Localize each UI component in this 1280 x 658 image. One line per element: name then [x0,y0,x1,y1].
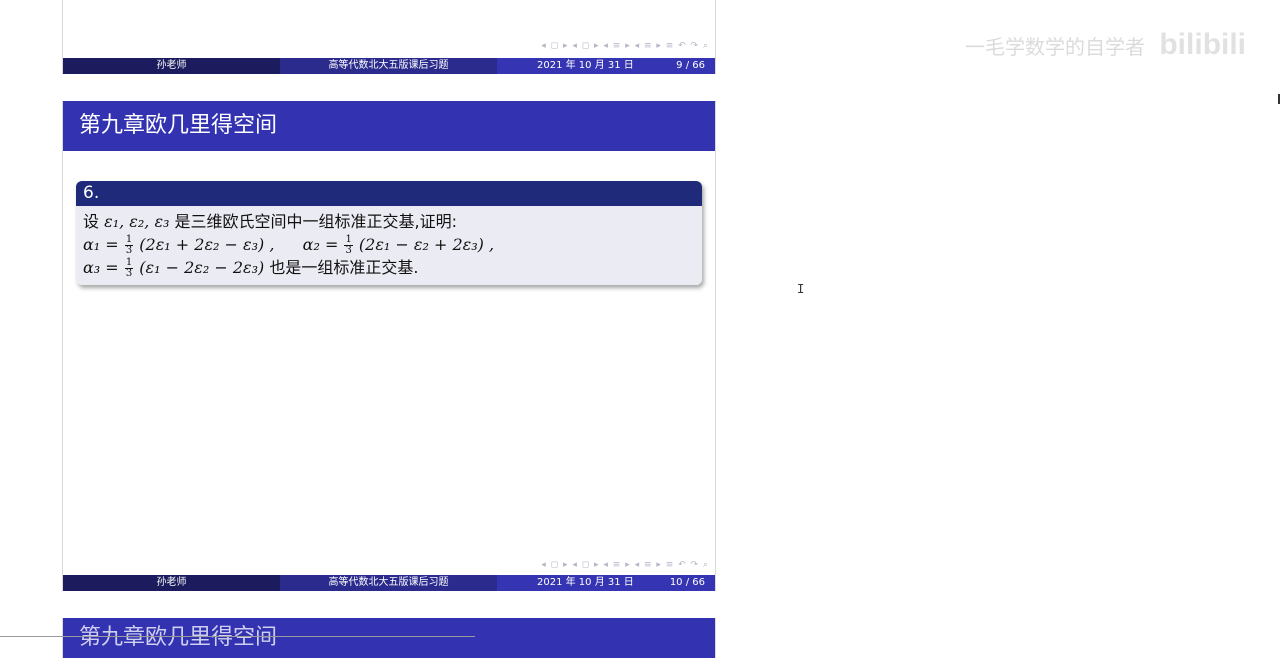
block-body: 设 ε₁, ε₂, ε₃ 是三维欧氏空间中一组标准正交基,证明: α₁ = 13… [76,206,702,285]
alpha3-rhs: (ε₁ − 2ε₂ − 2ε₃) [139,258,265,277]
footer-author: 孙老师 [63,58,280,74]
slide-page-9: ◂ ◻ ▸ ◂ ◻ ▸ ◂ ≡ ▸ ◂ ≡ ▸ ≡ ↶ ↷ ⌕ 孙老师 高等代数… [62,0,716,74]
footer-date: 2021 年 10 月 31 日 [537,577,634,588]
beamer-nav-symbols[interactable]: ◂ ◻ ▸ ◂ ◻ ▸ ◂ ≡ ▸ ◂ ≡ ▸ ≡ ↶ ↷ ⌕ [541,560,709,570]
problem-line-2: α₁ = 13 (2ε₁ + 2ε₂ − ε₃) , α₂ = 13 (2ε₁ … [83,233,696,256]
exercise-block: 6. 设 ε₁, ε₂, ε₃ 是三维欧氏空间中一组标准正交基,证明: α₁ =… [76,181,702,285]
text-conclusion: 也是一组标准正交基. [269,258,419,277]
footer-author: 孙老师 [63,575,280,591]
alpha2-lhs: α₂ = [302,235,339,254]
fraction-one-third: 13 [124,234,134,256]
fraction-one-third: 13 [344,234,353,256]
footer-date-page: 2021 年 10 月 31 日 10 / 66 [497,575,715,591]
fraction-one-third: 13 [124,257,134,279]
horizontal-scrollbar[interactable] [0,636,475,637]
text-prefix: 设 [83,212,100,231]
watermark-text: 一毛学数学的自学者 [965,35,1145,59]
text-cursor-icon: I [797,282,805,296]
problem-line-3: α₃ = 13 (ε₁ − 2ε₂ − 2ε₃) 也是一组标准正交基. [83,256,696,279]
slide-footer: 孙老师 高等代数北大五版课后习题 2021 年 10 月 31 日 10 / 6… [63,575,715,591]
footer-course: 高等代数北大五版课后习题 [280,58,497,74]
alpha1-lhs: α₁ = [83,235,119,254]
alpha3-lhs: α₃ = [83,258,119,277]
slide-footer: 孙老师 高等代数北大五版课后习题 2021 年 10 月 31 日 9 / 66 [63,58,715,74]
footer-date-page: 2021 年 10 月 31 日 9 / 66 [497,58,715,74]
footer-date: 2021 年 10 月 31 日 [537,60,634,71]
frame-title: 第九章欧几里得空间 [63,101,715,151]
problem-line-1: 设 ε₁, ε₂, ε₃ 是三维欧氏空间中一组标准正交基,证明: [83,210,696,233]
text-suffix: 是三维欧氏空间中一组标准正交基,证明: [174,212,458,231]
video-watermark: 一毛学数学的自学者 bilibili [965,28,1246,62]
bilibili-logo-icon: bilibili [1159,28,1247,61]
slide-page-10: 第九章欧几里得空间 6. 设 ε₁, ε₂, ε₃ 是三维欧氏空间中一组标准正交… [62,101,716,591]
footer-page-number: 9 / 66 [676,60,705,71]
slide-page-11: 第九章欧几里得空间 [62,618,716,658]
alpha2-rhs: (2ε₁ − ε₂ + 2ε₃) , [358,235,495,254]
math-basis: ε₁, ε₂, ε₃ [104,212,170,231]
beamer-nav-symbols[interactable]: ◂ ◻ ▸ ◂ ◻ ▸ ◂ ≡ ▸ ◂ ≡ ▸ ≡ ↶ ↷ ⌕ [541,41,709,51]
footer-page-number: 10 / 66 [669,577,705,588]
frame-title: 第九章欧几里得空间 [63,618,715,658]
block-title: 6. [76,181,702,206]
footer-course: 高等代数北大五版课后习题 [280,575,497,591]
alpha1-rhs: (2ε₁ + 2ε₂ − ε₃) , [139,235,275,254]
